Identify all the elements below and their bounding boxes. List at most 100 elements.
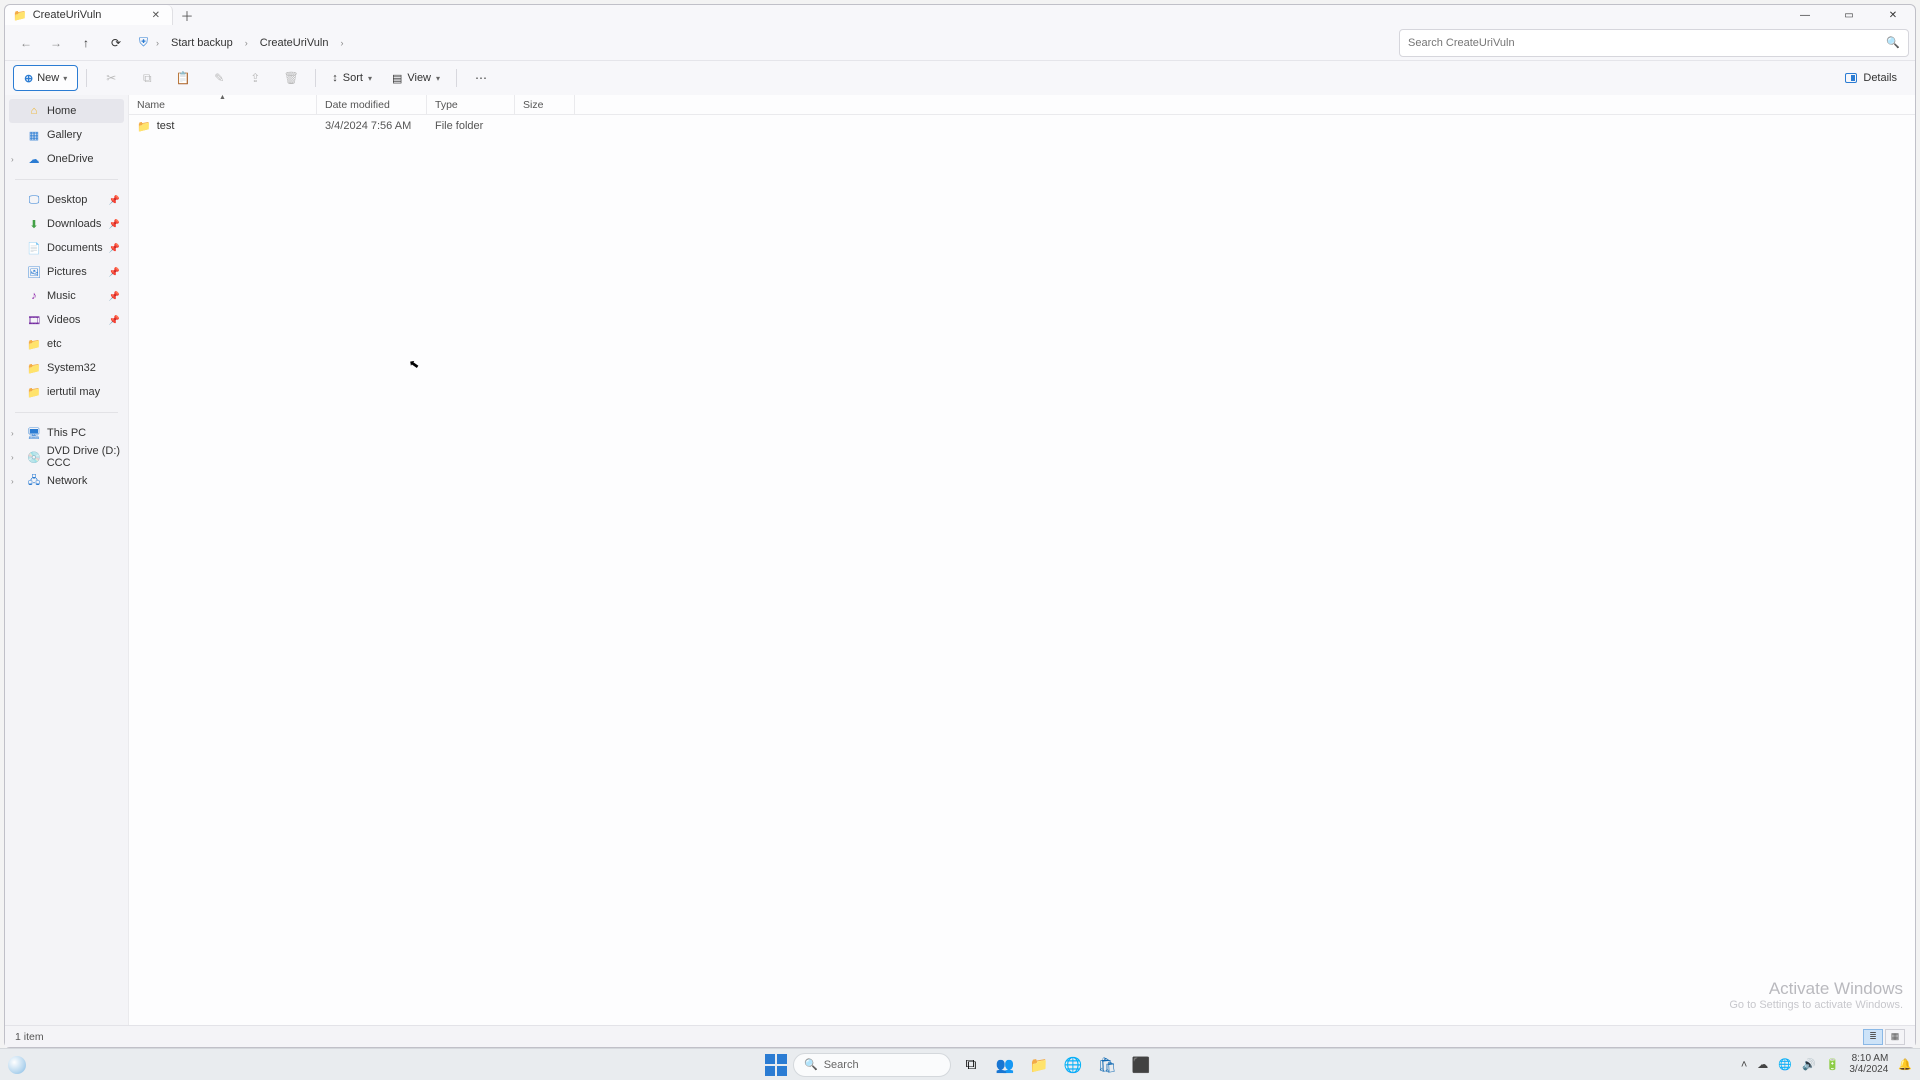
view-icon: ▤ [392, 72, 402, 85]
maximize-button[interactable]: ▭ [1827, 5, 1871, 25]
clock-time: 8:10 AM [1849, 1054, 1888, 1065]
pictures-icon: 🖼 [27, 266, 41, 279]
delete-button: 🗑 [275, 65, 307, 91]
details-pane-button[interactable]: Details [1835, 65, 1907, 91]
sidebar-item-onedrive[interactable]: › ☁ OneDrive [5, 147, 128, 171]
minimize-button[interactable]: — [1783, 5, 1827, 25]
chevron-right-icon[interactable]: › [11, 155, 14, 164]
sidebar-item-network[interactable]: › 🖧 Network [5, 469, 128, 493]
sort-label: Sort [343, 72, 363, 84]
file-type: File folder [427, 120, 515, 132]
sidebar-item-label: Network [47, 475, 87, 487]
search-icon: 🔍 [1886, 36, 1900, 49]
column-header-size[interactable]: Size [515, 95, 575, 114]
table-row[interactable]: 📁 test 3/4/2024 7:56 AM File folder [129, 115, 1915, 137]
new-tab-button[interactable]: ＋ [173, 5, 201, 25]
sidebar-item-gallery[interactable]: ▦ Gallery [5, 123, 128, 147]
sidebar-item-desktop[interactable]: 🖵 Desktop 📌 [5, 188, 128, 212]
sidebar-item-downloads[interactable]: ⬇ Downloads 📌 [5, 212, 128, 236]
sidebar-item-label: Gallery [47, 129, 82, 141]
start-button[interactable] [765, 1054, 787, 1076]
back-button[interactable]: ← [11, 29, 41, 57]
copy-button: ⧉ [131, 65, 163, 91]
sidebar-item-etc[interactable]: 📁 etc [5, 332, 128, 356]
tray-onedrive-icon[interactable]: ☁ [1757, 1058, 1768, 1071]
sidebar-item-label: System32 [47, 362, 96, 374]
thumbnails-view-toggle[interactable]: ▦ [1885, 1029, 1905, 1045]
folder-icon: 📁 [27, 338, 41, 351]
up-button[interactable]: ↑ [71, 29, 101, 57]
column-header-name[interactable]: Name ▲ [129, 95, 317, 114]
view-label: View [407, 72, 431, 84]
column-header-type[interactable]: Type [427, 95, 515, 114]
view-button[interactable]: ▤ View ▾ [384, 65, 448, 91]
tab-close-button[interactable]: ✕ [148, 10, 164, 21]
sidebar-item-pictures[interactable]: 🖼 Pictures 📌 [5, 260, 128, 284]
notifications-icon[interactable]: 🔔 [1898, 1058, 1912, 1071]
sidebar-item-label: Desktop [47, 194, 87, 206]
breadcrumb-seg-2[interactable]: CreateUriVuln [256, 35, 333, 51]
clock-date: 3/4/2024 [1849, 1065, 1888, 1076]
tab-active[interactable]: 📁 CreateUriVuln ✕ [5, 5, 173, 25]
clock[interactable]: 8:10 AM 3/4/2024 [1849, 1054, 1888, 1075]
new-button[interactable]: ⊕ New ▾ [13, 65, 78, 91]
weather-widget[interactable] [8, 1056, 26, 1074]
sidebar-item-dvd[interactable]: › 💿 DVD Drive (D:) CCC [5, 445, 128, 469]
sidebar-item-system32[interactable]: 📁 System32 [5, 356, 128, 380]
taskbar-app-teams[interactable]: 👥 [991, 1051, 1019, 1079]
sidebar-item-music[interactable]: ♪ Music 📌 [5, 284, 128, 308]
details-pane-icon [1845, 73, 1857, 83]
sidebar-item-videos[interactable]: 🎞 Videos 📌 [5, 308, 128, 332]
gallery-icon: ▦ [27, 129, 41, 142]
chevron-right-icon[interactable]: › [11, 429, 14, 438]
search-box[interactable]: 🔍 [1399, 29, 1909, 57]
chevron-right-icon[interactable]: › [11, 453, 14, 462]
taskbar-search[interactable]: 🔍 Search [793, 1053, 951, 1077]
more-button[interactable]: ⋯ [465, 65, 497, 91]
file-list[interactable]: 📁 test 3/4/2024 7:56 AM File folder [129, 115, 1915, 1025]
view-toggle: ≣ ▦ [1863, 1029, 1905, 1045]
search-input[interactable] [1408, 37, 1880, 49]
chevron-right-icon[interactable]: › [11, 477, 14, 486]
pin-icon: 📌 [109, 243, 120, 254]
sidebar-item-label: Downloads [47, 218, 101, 230]
sort-button[interactable]: ↕ Sort ▾ [324, 65, 380, 91]
paste-button: 📋 [167, 65, 199, 91]
sidebar-item-label: Documents [47, 242, 103, 254]
tray-volume-icon[interactable]: 🔊 [1802, 1058, 1816, 1071]
tray-battery-icon[interactable]: 🔋 [1826, 1058, 1840, 1071]
sidebar-item-thispc[interactable]: › 🖥 This PC [5, 421, 128, 445]
sidebar-item-label: iertutil may [47, 386, 100, 398]
refresh-button[interactable]: ⟳ [101, 29, 131, 57]
taskbar-app-edge[interactable]: 🌐 [1059, 1051, 1087, 1079]
nav-row: ← → ↑ ⟳ ⛨ › Start backup › CreateUriVuln… [5, 25, 1915, 61]
task-view-button[interactable]: ⧉ [957, 1051, 985, 1079]
sidebar-item-label: Home [47, 105, 76, 117]
file-name: test [157, 120, 175, 132]
tab-title: CreateUriVuln [33, 9, 102, 21]
rename-button: ✎ [203, 65, 235, 91]
forward-button[interactable]: → [41, 29, 71, 57]
sidebar-item-iertutil[interactable]: 📁 iertutil may [5, 380, 128, 404]
breadcrumb-root-icon: ⛨ [139, 35, 148, 50]
pin-icon: 📌 [109, 291, 120, 302]
sidebar-item-home[interactable]: ⌂ Home [9, 99, 124, 123]
details-view-toggle[interactable]: ≣ [1863, 1029, 1883, 1045]
taskbar-app-explorer[interactable]: 📁 [1025, 1051, 1053, 1079]
sidebar-item-documents[interactable]: 📄 Documents 📌 [5, 236, 128, 260]
new-label: New [37, 72, 59, 84]
watermark-subtitle: Go to Settings to activate Windows. [1729, 999, 1903, 1011]
tray-language-icon[interactable]: 🌐 [1778, 1058, 1792, 1071]
sidebar-item-label: DVD Drive (D:) CCC [47, 445, 128, 469]
tray-overflow-icon[interactable]: ˄ [1741, 1059, 1747, 1071]
column-header-date[interactable]: Date modified [317, 95, 427, 114]
window-close-button[interactable]: ✕ [1871, 5, 1915, 25]
taskbar-app-store[interactable]: 🛍 [1093, 1051, 1121, 1079]
taskbar-app-terminal[interactable]: ⬛ [1127, 1051, 1155, 1079]
sidebar-item-label: OneDrive [47, 153, 93, 165]
plus-icon: ⊕ [24, 72, 33, 85]
breadcrumb-seg-1[interactable]: Start backup [167, 35, 237, 51]
breadcrumb[interactable]: ⛨ › Start backup › CreateUriVuln › [131, 29, 1399, 57]
share-button: ⇪ [239, 65, 271, 91]
file-date: 3/4/2024 7:56 AM [317, 120, 427, 132]
